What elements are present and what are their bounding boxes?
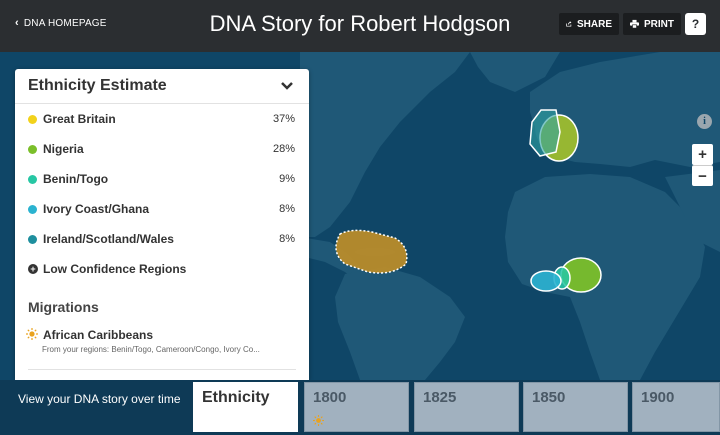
migration-item-african-caribbeans[interactable]: African Caribbeans From your regions: Be… — [15, 327, 309, 357]
chevron-down-icon[interactable] — [279, 77, 295, 93]
header-bar: ‹ DNA HOMEPAGE DNA Story for Robert Hodg… — [0, 0, 720, 52]
share-button[interactable]: SHARE — [559, 13, 619, 35]
ethnicity-name: Ireland/Scotland/Wales — [43, 232, 174, 246]
migration-name: African Caribbeans — [43, 328, 154, 342]
timeline-bar: View your DNA story over time Ethnicity … — [0, 380, 720, 435]
share-label: SHARE — [576, 18, 612, 30]
timeline-tab-label: 1825 — [423, 389, 457, 406]
sun-icon — [313, 415, 324, 426]
timeline-tab-label: 1800 — [313, 389, 347, 406]
ireland-scotland-wales-dot — [28, 235, 37, 244]
low-confidence-label: Low Confidence Regions — [43, 262, 187, 276]
plus-circle-icon: + — [28, 264, 38, 274]
help-label: ? — [691, 17, 700, 31]
timeline-tab-label: 1900 — [641, 389, 675, 406]
map-info-icon[interactable]: i — [697, 114, 712, 129]
print-button[interactable]: PRINT — [623, 13, 681, 35]
ethnicity-name: Benin/Togo — [43, 172, 109, 186]
help-button[interactable]: ? — [685, 13, 706, 35]
print-label: PRINT — [644, 18, 674, 30]
sun-icon — [26, 328, 38, 340]
timeline-label: View your DNA story over time — [18, 392, 181, 406]
divider — [28, 369, 296, 370]
ethnicity-percent: 8% — [279, 203, 295, 215]
timeline-tab-label: 1850 — [532, 389, 566, 406]
ethnicity-item-nigeria[interactable]: Nigeria 28% — [15, 139, 309, 161]
ethnicity-percent: 8% — [279, 233, 295, 245]
ethnicity-panel: Ethnicity Estimate Great Britain 37% Nig… — [15, 69, 309, 380]
ivory-coast-ghana-region — [530, 270, 562, 292]
low-confidence-regions-toggle[interactable]: + Low Confidence Regions — [28, 262, 186, 276]
migrations-heading: Migrations — [28, 299, 99, 315]
ethnicity-name: Nigeria — [43, 142, 84, 156]
ethnicity-name: Great Britain — [43, 112, 116, 126]
zoom-in-button[interactable]: + — [692, 144, 713, 165]
great-britain-dot — [28, 115, 37, 124]
ethnicity-item-ireland-scotland-wales[interactable]: Ireland/Scotland/Wales 8% — [15, 229, 309, 251]
timeline-tab-1825[interactable]: 1825 — [414, 382, 519, 432]
panel-header: Ethnicity Estimate — [15, 69, 309, 104]
ethnicity-percent: 9% — [279, 173, 295, 185]
ivory-coast-ghana-dot — [28, 205, 37, 214]
timeline-tab-label: Ethnicity — [202, 389, 270, 406]
nigeria-dot — [28, 145, 37, 154]
ethnicity-percent: 37% — [272, 113, 295, 125]
timeline-tab-1900[interactable]: 1900 — [632, 382, 720, 432]
timeline-tab-1800[interactable]: 1800 — [304, 382, 409, 432]
printer-icon — [630, 19, 639, 29]
ethnicity-item-ivory-coast-ghana[interactable]: Ivory Coast/Ghana 8% — [15, 199, 309, 221]
panel-title: Ethnicity Estimate — [28, 77, 167, 94]
south-america-landmass — [335, 267, 465, 380]
migration-subtitle: From your regions: Benin/Togo, Cameroon/… — [42, 345, 260, 354]
timeline-tab-ethnicity[interactable]: Ethnicity — [193, 382, 298, 432]
ethnicity-name: Ivory Coast/Ghana — [43, 202, 150, 216]
share-icon — [566, 21, 572, 27]
ethnicity-percent: 28% — [272, 143, 295, 155]
zoom-out-button[interactable]: − — [692, 165, 713, 186]
north-america-landmass — [300, 52, 470, 237]
timeline-tab-1850[interactable]: 1850 — [523, 382, 628, 432]
ethnicity-item-benin-togo[interactable]: Benin/Togo 9% — [15, 169, 309, 191]
benin-togo-dot — [28, 175, 37, 184]
ethnicity-item-great-britain[interactable]: Great Britain 37% — [15, 109, 309, 131]
